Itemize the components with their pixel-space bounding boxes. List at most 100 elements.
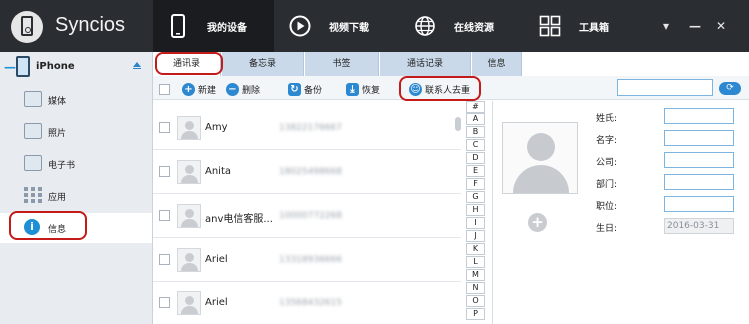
alphabet-index: # A B C D E F G H I J K L M N O P xyxy=(466,101,486,324)
panel-divider xyxy=(492,101,493,324)
sidebar-item-apps[interactable]: 应用 xyxy=(0,181,152,211)
birthday-field[interactable]: 2016-03-31 xyxy=(664,218,734,234)
contact-name: Amy xyxy=(205,122,228,133)
minimize-icon[interactable]: — xyxy=(689,19,701,33)
tab-messages[interactable]: 信息 xyxy=(472,52,522,76)
sidebar: — iPhone 媒体 照片 电子书 应用 i 信息 xyxy=(0,52,153,324)
contact-phone: 10000772268 xyxy=(279,211,342,221)
sub-tabs: 通讯录 备忘录 书签 通话记录 信息 xyxy=(153,52,749,76)
field-label-department: 部门: xyxy=(596,180,618,190)
sidebar-item-label: 媒体 xyxy=(48,97,67,107)
company-input[interactable] xyxy=(664,152,734,168)
ipod-logo-icon xyxy=(11,11,43,43)
globe-icon xyxy=(412,13,438,39)
alpha-letter[interactable]: H xyxy=(466,204,485,216)
app-logo: Syncios xyxy=(0,0,153,52)
backup-icon: ↻ xyxy=(288,82,301,96)
nav-tab-label: 工具箱 xyxy=(579,22,609,34)
list-scrollbar[interactable] xyxy=(455,117,461,131)
alpha-letter[interactable]: P xyxy=(466,308,485,320)
contact-avatar xyxy=(177,248,201,272)
highlight-ring-dedupe xyxy=(399,76,481,101)
nav-tab-online-resources[interactable]: 在线资源 xyxy=(402,0,523,52)
iphone-icon xyxy=(16,56,30,77)
department-input[interactable] xyxy=(664,174,734,190)
contact-row[interactable]: Amy 13822176667 xyxy=(153,107,461,150)
tab-bookmarks[interactable]: 书签 xyxy=(305,52,379,76)
nav-tab-label: 视频下载 xyxy=(329,22,369,34)
eject-icon[interactable] xyxy=(133,62,141,69)
add-photo-icon[interactable]: + xyxy=(528,213,547,232)
field-label-job-title: 职位: xyxy=(596,202,618,212)
alpha-letter[interactable]: N xyxy=(466,282,485,294)
search-input[interactable] xyxy=(617,79,713,96)
sidebar-item-label: 照片 xyxy=(48,129,67,139)
contact-photo xyxy=(502,122,578,194)
collapse-icon[interactable]: — xyxy=(4,60,16,74)
backup-label: 备份 xyxy=(304,85,323,96)
contact-phone: 13568432615 xyxy=(279,298,342,308)
alpha-letter[interactable]: E xyxy=(466,165,485,177)
delete-button[interactable]: − 删除 xyxy=(226,81,260,97)
phone-icon xyxy=(165,13,191,39)
field-label-birthday: 生日: xyxy=(596,224,618,234)
tab-call-history[interactable]: 通话记录 xyxy=(380,52,471,76)
last-name-input[interactable] xyxy=(664,108,734,124)
row-checkbox[interactable] xyxy=(159,166,170,177)
nav-tab-toolbox[interactable]: 工具箱 xyxy=(527,0,637,52)
alpha-letter[interactable]: O xyxy=(466,295,485,307)
menu-dropdown-icon[interactable]: ▾ xyxy=(663,19,669,33)
contact-row[interactable]: Anita 18025498668 xyxy=(153,151,461,194)
alpha-letter[interactable]: G xyxy=(466,191,485,203)
contact-row[interactable]: Ariel 13568432615 xyxy=(153,282,461,324)
play-icon xyxy=(287,13,313,39)
apps-icon xyxy=(24,187,42,203)
row-checkbox[interactable] xyxy=(159,297,170,308)
trash-icon: − xyxy=(226,82,239,96)
device-row[interactable]: — iPhone xyxy=(0,52,152,82)
grid-icon xyxy=(537,13,563,39)
photo-icon xyxy=(24,123,42,139)
new-button[interactable]: + 新建 xyxy=(182,81,216,97)
sidebar-item-media[interactable]: 媒体 xyxy=(0,85,152,115)
alpha-letter[interactable]: L xyxy=(466,256,485,268)
nav-tab-my-device[interactable]: 我的设备 xyxy=(153,0,274,52)
row-checkbox[interactable] xyxy=(159,210,170,221)
contact-name: Ariel xyxy=(205,297,228,308)
alpha-letter[interactable]: A xyxy=(466,113,485,125)
row-checkbox[interactable] xyxy=(159,254,170,265)
alpha-letter[interactable]: C xyxy=(466,139,485,151)
first-name-input[interactable] xyxy=(664,130,734,146)
search-button[interactable]: ⟳ xyxy=(719,82,741,95)
alpha-letter[interactable]: B xyxy=(466,126,485,138)
delete-label: 删除 xyxy=(242,85,261,96)
contact-row[interactable]: anv电信客服... 10000772268 xyxy=(153,195,461,238)
contact-row[interactable]: Ariel 13318936666 xyxy=(153,239,461,282)
restore-icon: ⤓ xyxy=(346,82,359,96)
alpha-letter[interactable]: F xyxy=(466,178,485,190)
sidebar-item-ebooks[interactable]: 电子书 xyxy=(0,149,152,179)
alpha-letter[interactable]: # xyxy=(466,101,485,113)
contact-name: Anita xyxy=(205,166,232,177)
sidebar-item-photos[interactable]: 照片 xyxy=(0,117,152,147)
alpha-letter[interactable]: I xyxy=(466,217,485,229)
backup-button[interactable]: ↻ 备份 xyxy=(288,81,322,97)
alpha-letter[interactable]: M xyxy=(466,269,485,281)
job-title-input[interactable] xyxy=(664,196,734,212)
row-checkbox[interactable] xyxy=(159,122,170,133)
field-label-last-name: 姓氏: xyxy=(596,114,618,124)
nav-tab-video-download[interactable]: 视频下载 xyxy=(277,0,393,52)
check-all-box[interactable] xyxy=(159,81,170,97)
new-label: 新建 xyxy=(198,85,217,96)
media-icon xyxy=(24,91,42,107)
alpha-letter[interactable]: D xyxy=(466,152,485,164)
alpha-letter[interactable]: J xyxy=(466,230,485,242)
alpha-letter[interactable]: K xyxy=(466,243,485,255)
field-label-first-name: 名字: xyxy=(596,136,618,146)
sidebar-item-label: 电子书 xyxy=(48,161,76,171)
highlight-ring-info xyxy=(9,211,87,240)
tab-notes[interactable]: 备忘录 xyxy=(222,52,304,76)
restore-button[interactable]: ⤓ 恢复 xyxy=(346,81,380,97)
close-icon[interactable]: ✕ xyxy=(716,19,726,33)
contact-phone: 13318936666 xyxy=(279,255,342,265)
